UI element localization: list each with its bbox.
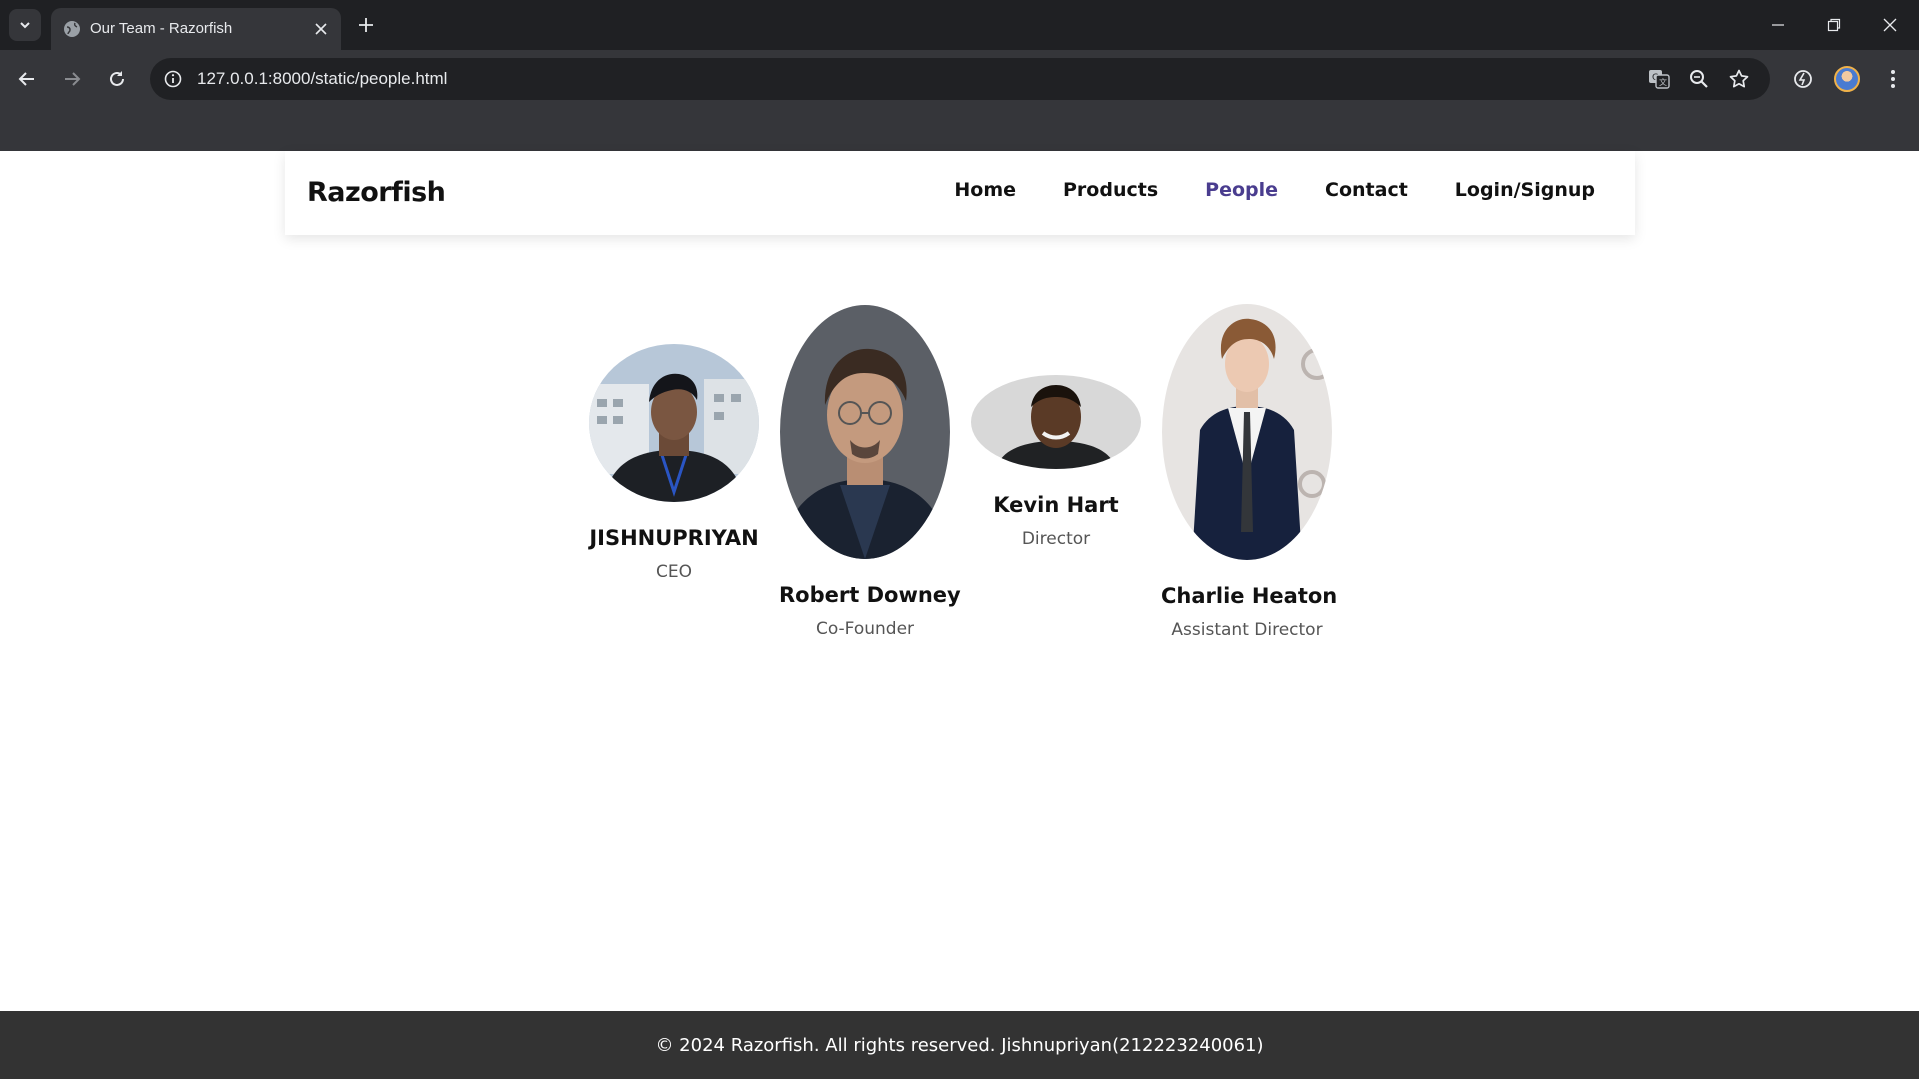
site-footer: © 2024 Razorfish. All rights reserved. J… (0, 1011, 1919, 1079)
site-navbar: Razorfish Home Products People Contact L… (285, 151, 1635, 235)
svg-text:文: 文 (1659, 77, 1667, 87)
web-page: Razorfish Home Products People Contact L… (0, 151, 1919, 1079)
nav-contact-link[interactable]: Contact (1325, 179, 1408, 201)
team-member-card: Kevin Hart Director (970, 375, 1142, 549)
nav-people-link[interactable]: People (1205, 179, 1278, 201)
tab-search-button[interactable] (9, 9, 41, 41)
translate-icon[interactable]: G文 (1647, 67, 1671, 91)
close-icon (1883, 18, 1897, 32)
performance-icon (1794, 70, 1812, 88)
member-role: CEO (656, 562, 692, 582)
member-photo (780, 305, 950, 559)
nav-home-link[interactable]: Home (954, 179, 1016, 201)
team-member-card: JISHNUPRIYAN CEO (588, 343, 760, 582)
active-tab[interactable]: Our Team - Razorfish (51, 8, 341, 50)
nav-products-link[interactable]: Products (1063, 179, 1158, 201)
member-name: Kevin Hart (993, 493, 1119, 517)
bookmark-star-icon[interactable] (1727, 67, 1751, 91)
nav-links: Home Products People Contact Login/Signu… (954, 179, 1595, 201)
globe-icon (64, 21, 80, 37)
address-bar[interactable]: 127.0.0.1:8000/static/people.html G文 (150, 58, 1770, 100)
browser-menu-button[interactable] (1876, 62, 1910, 96)
arrow-left-icon (18, 72, 34, 86)
new-tab-button[interactable] (352, 11, 380, 39)
back-button[interactable] (10, 62, 44, 96)
browser-tabstrip: Our Team - Razorfish (0, 0, 1919, 50)
reload-button[interactable] (100, 62, 134, 96)
member-role: Co-Founder (815, 619, 915, 639)
restore-icon (1827, 18, 1841, 32)
member-role: Assistant Director (1171, 620, 1323, 640)
minimize-button[interactable] (1750, 0, 1806, 50)
site-logo[interactable]: Razorfish (307, 177, 446, 208)
chevron-down-icon (20, 22, 30, 29)
close-window-button[interactable] (1862, 0, 1918, 50)
site-info-icon[interactable] (160, 66, 186, 92)
arrow-right-icon (65, 72, 81, 86)
reload-icon (110, 71, 124, 86)
forward-button[interactable] (55, 62, 89, 96)
browser-toolbar: 127.0.0.1:8000/static/people.html G文 (0, 50, 1919, 108)
extensions-button[interactable] (1786, 62, 1820, 96)
more-vertical-icon (1891, 70, 1895, 88)
close-tab-icon[interactable] (311, 19, 331, 39)
url-text[interactable]: 127.0.0.1:8000/static/people.html (197, 69, 447, 89)
profile-button[interactable] (1830, 62, 1864, 96)
member-photo (589, 344, 759, 502)
member-name: JISHNUPRIYAN (589, 526, 759, 550)
footer-copyright: © 2024 Razorfish. All rights reserved. J… (655, 1034, 1264, 1056)
avatar (1834, 66, 1860, 92)
member-photo (971, 375, 1141, 469)
team-section: JISHNUPRIYAN CEO Robert Downey Co-Founde… (588, 304, 1337, 693)
tab-title: Our Team - Razorfish (90, 20, 233, 37)
member-role: Director (1021, 529, 1091, 549)
plus-icon (359, 18, 373, 32)
restore-button[interactable] (1806, 0, 1862, 50)
minimize-icon (1772, 24, 1784, 26)
member-name: Charlie Heaton (1161, 584, 1338, 608)
member-photo (1162, 304, 1332, 560)
member-name: Robert Downey (779, 583, 961, 607)
nav-login-link[interactable]: Login/Signup (1455, 179, 1595, 201)
zoom-icon[interactable] (1687, 67, 1711, 91)
bookmarks-bar (0, 108, 1919, 151)
team-member-card: Robert Downey Co-Founder (779, 305, 961, 639)
team-member-card: Charlie Heaton Assistant Director (1161, 304, 1338, 640)
